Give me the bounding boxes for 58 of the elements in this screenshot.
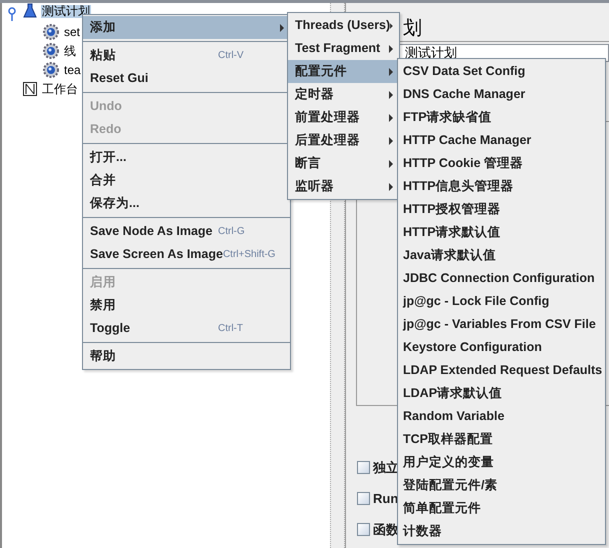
panel-title: 划 — [403, 17, 422, 41]
menu-item[interactable]: LDAP Extended Request Defaults — [398, 359, 605, 382]
menu-item[interactable]: JDBC Connection Configuration — [398, 267, 605, 290]
checkbox-label: Run — [373, 490, 398, 508]
menu-item[interactable]: jp@gc - Variables From CSV File — [398, 313, 605, 336]
checkbox[interactable] — [357, 492, 370, 506]
menu-item[interactable]: 断言 — [288, 152, 399, 175]
flask-icon — [22, 3, 38, 19]
menu-item[interactable]: 保存为... — [83, 192, 290, 215]
menu-item[interactable]: Random Variable — [398, 405, 605, 428]
menu-item[interactable]: Keystore Configuration — [398, 336, 605, 359]
gear-icon — [42, 23, 60, 41]
menu-item[interactable]: 监听器 — [288, 175, 399, 198]
menu-item[interactable]: Threads (Users) — [288, 14, 399, 37]
gear-icon — [42, 61, 60, 79]
tree-handle-icon[interactable] — [6, 7, 18, 21]
shortcut-label: Ctrl-T — [218, 322, 244, 336]
menu-item[interactable]: 粘贴 Ctrl-V — [83, 44, 290, 67]
menu-item[interactable]: 帮助 — [83, 345, 290, 368]
menu-item[interactable]: 添加 — [83, 16, 290, 39]
checkbox[interactable] — [357, 461, 370, 474]
menu-item[interactable]: FTP请求缺省值 — [398, 106, 605, 129]
menu-item[interactable]: HTTP授权管理器 — [398, 198, 605, 221]
shortcut-label: Ctrl+Shift-G — [222, 248, 276, 262]
menu-item[interactable]: 禁用 — [83, 294, 290, 317]
menu-item[interactable]: 合并 — [83, 169, 290, 192]
menu-item[interactable]: 登陆配置元件/素 — [398, 474, 605, 497]
shortcut-label: Ctrl-V — [218, 49, 245, 63]
menu-item[interactable]: DNS Cache Manager — [398, 83, 605, 106]
menu-item[interactable]: 计数器 — [398, 520, 605, 543]
notepad-icon — [22, 81, 38, 97]
menu-item[interactable]: TCP取样器配置 — [398, 428, 605, 451]
shortcut-label: Ctrl-G — [218, 225, 246, 239]
menu-item[interactable]: Save Node As Image Ctrl-G — [83, 220, 290, 243]
menu-item[interactable]: Java请求默认值 — [398, 244, 605, 267]
menu-item[interactable]: 后置处理器 — [288, 129, 399, 152]
checkbox[interactable] — [357, 523, 370, 536]
menu-item[interactable]: HTTP请求默认值 — [398, 221, 605, 244]
tree-node-label[interactable]: tea — [63, 64, 82, 76]
gear-icon — [42, 42, 60, 60]
menu-item[interactable]: jp@gc - Lock File Config — [398, 290, 605, 313]
menu-item[interactable]: Save Screen As ImageCtrl+Shift-G — [83, 243, 290, 266]
menu-item[interactable]: 简单配置元件 — [398, 497, 605, 520]
menu-item[interactable]: Toggle Ctrl-T — [83, 317, 290, 340]
menu-item[interactable]: CSV Data Set Config — [398, 60, 605, 83]
menu-item[interactable]: HTTP信息头管理器 — [398, 175, 605, 198]
menu-item[interactable]: HTTP Cache Manager — [398, 129, 605, 152]
menu-item[interactable]: 用户定义的变量 — [398, 451, 605, 474]
menu-item[interactable]: HTTP Cookie 管理器 — [398, 152, 605, 175]
menu-item[interactable]: LDAP请求默认值 — [398, 382, 605, 405]
tree-node-label[interactable]: set — [63, 26, 82, 38]
tree-node-label[interactable]: 线 — [63, 44, 77, 58]
menu-item[interactable]: 前置处理器 — [288, 106, 399, 129]
menu-item[interactable]: Reset Gui — [83, 67, 290, 90]
menu-item[interactable]: 打开... — [83, 146, 290, 169]
menu-item[interactable]: 定时器 — [288, 83, 399, 106]
tree-node-label[interactable]: 工作台 — [41, 82, 79, 96]
menu-item[interactable]: 配置元件 — [288, 60, 399, 83]
